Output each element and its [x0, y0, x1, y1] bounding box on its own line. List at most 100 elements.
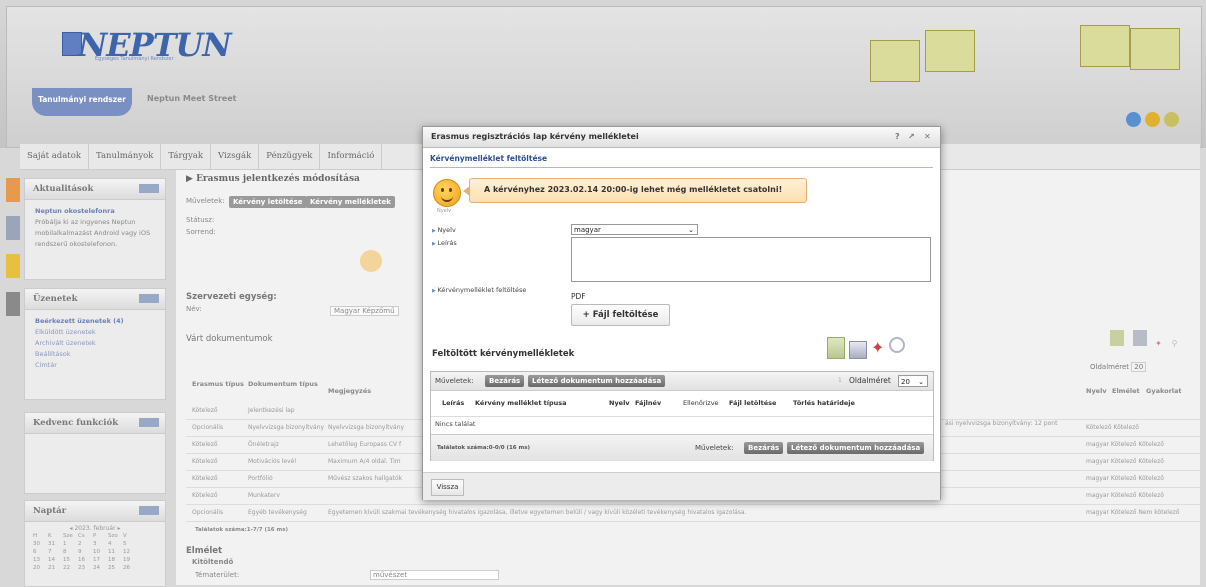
calendar-day[interactable]: 1 — [63, 540, 78, 548]
pin-icon[interactable]: ✦ — [871, 338, 884, 357]
name-value: Magyar Képzőmű — [330, 306, 399, 316]
meet-street-link[interactable]: Neptun Meet Street — [147, 94, 236, 103]
col-attachment-type[interactable]: Kérvény melléklet típusa — [475, 399, 567, 407]
menu-item-information[interactable]: Információ — [320, 144, 383, 169]
calendar-day[interactable]: 15 — [63, 556, 78, 564]
directory-link[interactable]: Címtár — [25, 360, 165, 371]
close-button[interactable]: Bezárás — [744, 442, 784, 454]
panel-controls-icon[interactable] — [139, 506, 159, 515]
help-icon[interactable]: ? — [895, 132, 900, 141]
calendar-month: ◂ 2023. február ▸ — [69, 525, 121, 532]
calendar-day[interactable]: 30 — [33, 540, 48, 548]
calendar-day[interactable]: 23 — [78, 564, 93, 572]
shortcut-icon[interactable] — [6, 292, 20, 316]
menu-item-studies[interactable]: Tanulmányok — [89, 144, 162, 169]
calendar-day[interactable]: 26 — [123, 564, 138, 572]
calendar-day[interactable]: 8 — [63, 548, 78, 556]
sent-link[interactable]: Elküldött üzenetek — [25, 327, 165, 338]
menu-item-exams[interactable]: Vizsgák — [211, 144, 260, 169]
news-headline[interactable]: Neptun okostelefonra — [25, 206, 165, 217]
excel-export-icon[interactable] — [827, 337, 845, 359]
calendar-day[interactable]: 6 — [33, 548, 48, 556]
menu-item-personal[interactable]: Saját adatok — [20, 144, 89, 169]
expected-docs-title: Várt dokumentumok — [186, 334, 273, 344]
inbox-link[interactable]: Beérkezett üzenetek (4) — [25, 316, 165, 327]
calendar-day[interactable]: 11 — [108, 548, 123, 556]
calendar-day[interactable]: 10 — [93, 548, 108, 556]
calendar-day[interactable]: 9 — [78, 548, 93, 556]
help-icon[interactable] — [1126, 112, 1141, 127]
chevron-down-icon: ⌄ — [918, 378, 924, 386]
calendar-day[interactable]: 3 — [93, 540, 108, 548]
bg-page-size: Oldalméret 20 — [1090, 362, 1147, 372]
calendar-day[interactable]: 19 — [123, 556, 138, 564]
weekday-label: Szo — [108, 533, 118, 539]
request-attachments-button[interactable]: Kérvény mellékletek — [306, 196, 395, 208]
next-month-icon[interactable]: ▸ — [116, 525, 120, 532]
print-icon[interactable] — [849, 341, 867, 359]
calendar-day[interactable]: 20 — [33, 564, 48, 572]
calendar-day[interactable]: 13 — [33, 556, 48, 564]
menu-item-subjects[interactable]: Tárgyak — [161, 144, 212, 169]
close-button[interactable]: Bezárás — [485, 375, 525, 387]
back-button[interactable]: Vissza — [431, 479, 464, 496]
settings-icon[interactable] — [1164, 112, 1179, 127]
calendar-day[interactable]: 5 — [123, 540, 138, 548]
add-existing-document-button[interactable]: Létező dokumentum hozzáadása — [528, 375, 666, 387]
search-icon[interactable]: ⚲ — [1172, 339, 1186, 355]
topic-select[interactable]: művészet — [370, 570, 499, 580]
shortcut-icon[interactable] — [6, 216, 20, 240]
calendar-day[interactable]: 22 — [63, 564, 78, 572]
panel-controls-icon[interactable] — [139, 184, 159, 193]
calendar-day[interactable]: 24 — [93, 564, 108, 572]
language-icon[interactable] — [1145, 112, 1160, 127]
col-description[interactable]: Leírás — [442, 399, 464, 407]
upload-file-button[interactable]: + Fájl feltöltése — [571, 304, 670, 326]
star-icon[interactable] — [6, 254, 20, 278]
col-checked[interactable]: Ellenőrizve — [683, 399, 719, 407]
shortcut-icon[interactable] — [6, 178, 20, 202]
right-toolbar: ✦ ⚲ — [1110, 330, 1186, 355]
calendar-day[interactable]: 12 — [123, 548, 138, 556]
col-download[interactable]: Fájl letöltése — [729, 399, 776, 407]
col-filename[interactable]: Fájlnév — [635, 399, 661, 407]
weekday-label: Sze — [63, 533, 73, 539]
calendar-day[interactable]: 4 — [108, 540, 123, 548]
calendar-day[interactable]: 2 — [78, 540, 93, 548]
archived-link[interactable]: Archivált üzenetek — [25, 338, 165, 349]
panel-controls-icon[interactable] — [139, 418, 159, 427]
calendar-day[interactable]: 14 — [48, 556, 63, 564]
col-language[interactable]: Nyelv — [609, 399, 630, 407]
description-textarea[interactable] — [571, 237, 931, 282]
calendar-day[interactable]: 25 — [108, 564, 123, 572]
calendar-day[interactable]: 7 — [48, 548, 63, 556]
col-delete-deadline[interactable]: Törlés határideje — [793, 399, 855, 407]
page-size-select[interactable]: 20 ⌄ — [898, 375, 928, 387]
tab-upload-attachment[interactable]: Kérvénymelléklet feltöltése — [430, 154, 547, 163]
language-select[interactable]: magyar ⌄ — [571, 224, 698, 235]
search-icon[interactable] — [889, 337, 905, 353]
page-number[interactable]: 1 — [838, 377, 842, 384]
page-title: ▶ Erasmus jelentkezés módosítása — [186, 174, 360, 184]
calendar-day[interactable]: 31 — [48, 540, 63, 548]
calendar-title: Naptár — [33, 506, 67, 516]
side-shortcuts — [6, 178, 20, 358]
system-tab[interactable]: Tanulmányi rendszer — [32, 88, 132, 116]
panel-controls-icon[interactable] — [139, 294, 159, 303]
menu-item-finances[interactable]: Pénzügyek — [259, 144, 321, 169]
download-request-button[interactable]: Kérvény letöltése — [229, 196, 307, 208]
calendar-day[interactable]: 21 — [48, 564, 63, 572]
weekday-label: H — [33, 533, 38, 539]
upload-label: Kérvénymelléklet feltöltése — [432, 286, 526, 294]
pin-icon[interactable]: ✦ — [1155, 339, 1165, 355]
calendar-day[interactable]: 18 — [108, 556, 123, 564]
excel-icon[interactable] — [1110, 330, 1124, 346]
popout-icon[interactable]: ↗ — [908, 132, 915, 141]
add-existing-document-button[interactable]: Létező dokumentum hozzáadása — [787, 442, 925, 454]
calendar-day[interactable]: 17 — [93, 556, 108, 564]
print-icon[interactable] — [1132, 330, 1147, 346]
close-icon[interactable]: ✕ — [924, 132, 931, 141]
calendar-day[interactable]: 16 — [78, 556, 93, 564]
settings-link[interactable]: Beállítások — [25, 349, 165, 360]
status-label: Státusz: — [186, 216, 215, 224]
